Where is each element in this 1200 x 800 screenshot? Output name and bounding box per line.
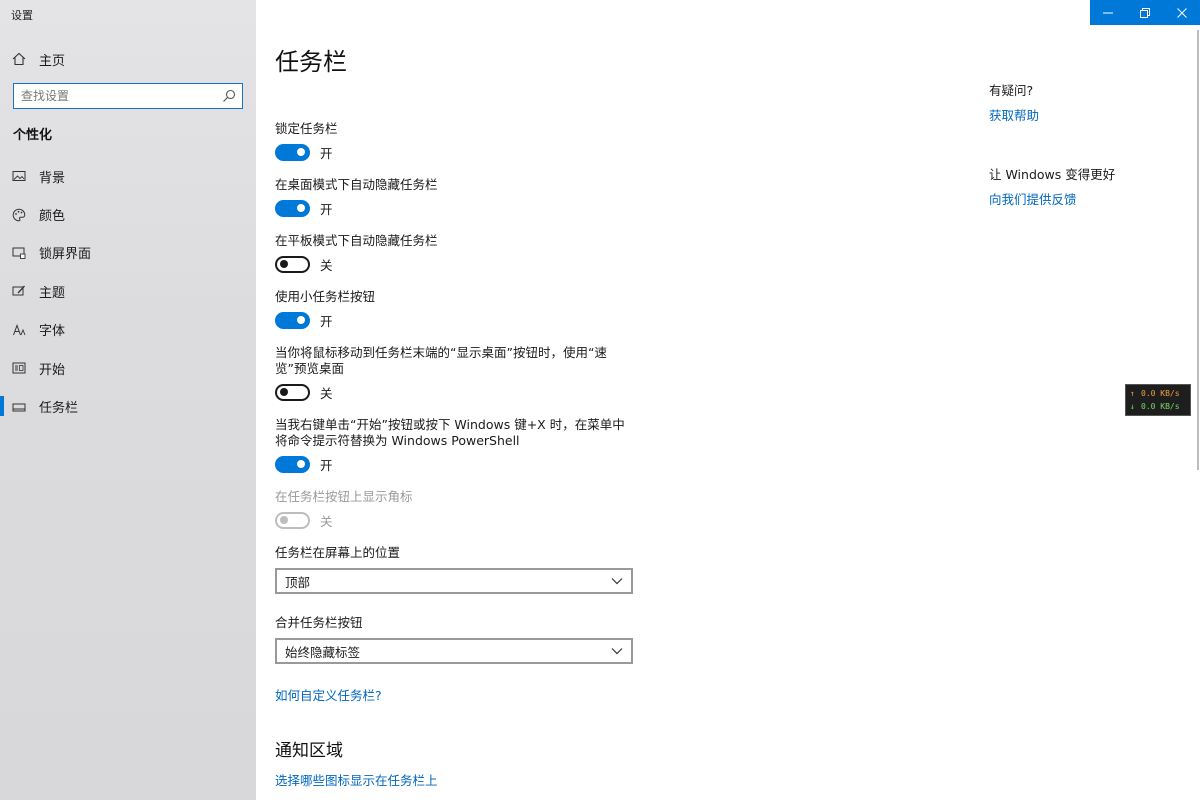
upload-arrow-icon: ↑ bbox=[1130, 389, 1135, 398]
sidebar-item-label: 锁屏界面 bbox=[39, 247, 92, 263]
restore-button[interactable] bbox=[1127, 0, 1164, 25]
sidebar-item-start[interactable]: 开始 bbox=[0, 349, 256, 387]
setting-lock-taskbar: 锁定任务栏 开 bbox=[275, 121, 655, 161]
setting-small-buttons: 使用小任务栏按钮 开 bbox=[275, 289, 655, 329]
setting-position: 任务栏在屏幕上的位置 顶部 bbox=[275, 545, 655, 594]
sidebar-item-colors[interactable]: 颜色 bbox=[0, 195, 256, 233]
feedback-link[interactable]: 向我们提供反馈 bbox=[989, 189, 1189, 208]
combine-dropdown[interactable]: 始终隐藏标签 bbox=[275, 638, 633, 664]
nav-home[interactable]: 主页 bbox=[0, 46, 256, 72]
toggle-autohide-tablet[interactable] bbox=[275, 255, 310, 273]
download-arrow-icon: ↓ bbox=[1130, 402, 1135, 411]
sidebar: 设置 主页 个性化 背景 颜色 锁 bbox=[0, 0, 256, 800]
setting-label: 在桌面模式下自动隐藏任务栏 bbox=[275, 177, 438, 192]
sidebar-item-taskbar[interactable]: 任务栏 bbox=[0, 387, 256, 425]
setting-badges: 在任务栏按钮上显示角标 关 bbox=[275, 489, 655, 529]
close-icon bbox=[1176, 7, 1187, 18]
get-help-link[interactable]: 获取帮助 bbox=[989, 105, 1189, 124]
notification-icons-link[interactable]: 选择哪些图标显示在任务栏上 bbox=[275, 770, 438, 789]
minimize-icon bbox=[1103, 12, 1114, 13]
start-menu-icon bbox=[12, 361, 26, 375]
search-icon[interactable] bbox=[222, 89, 236, 103]
sidebar-item-label: 主题 bbox=[39, 285, 66, 301]
taskbar-icon bbox=[12, 400, 26, 414]
toggle-powershell[interactable] bbox=[275, 455, 310, 473]
nav-home-label: 主页 bbox=[39, 53, 66, 69]
main-content: 任务栏 锁定任务栏 开 在桌面模式下自动隐藏任务栏 开 在平板模式下自动隐藏任务… bbox=[256, 0, 1200, 800]
toggle-state: 关 bbox=[320, 257, 333, 273]
setting-label: 任务栏在屏幕上的位置 bbox=[275, 545, 401, 560]
toggle-knob bbox=[297, 204, 305, 212]
search-input[interactable] bbox=[14, 85, 214, 107]
toggle-knob bbox=[280, 516, 288, 524]
picture-icon bbox=[12, 169, 26, 183]
dropdown-value: 始终隐藏标签 bbox=[285, 644, 361, 660]
toggle-small-buttons[interactable] bbox=[275, 311, 310, 329]
toggle-lock-taskbar[interactable] bbox=[275, 143, 310, 161]
font-icon bbox=[12, 323, 26, 337]
sidebar-item-background[interactable]: 背景 bbox=[0, 157, 256, 195]
toggle-peek[interactable] bbox=[275, 383, 310, 401]
sidebar-item-fonts[interactable]: 字体 bbox=[0, 311, 256, 349]
sidebar-item-label: 背景 bbox=[39, 170, 66, 186]
scrollbar[interactable] bbox=[1197, 30, 1199, 470]
setting-peek: 当你将鼠标移动到任务栏末端的“显示桌面”按钮时，使用“速览”预览桌面 关 bbox=[275, 345, 635, 401]
setting-powershell: 当我右键单击“开始”按钮或按下 Windows 键+X 时，在菜单中将命令提示符… bbox=[275, 417, 635, 473]
customize-taskbar-link[interactable]: 如何自定义任务栏? bbox=[275, 685, 382, 704]
setting-autohide-tablet: 在平板模式下自动隐藏任务栏 关 bbox=[275, 233, 655, 273]
sidebar-item-themes[interactable]: 主题 bbox=[0, 272, 256, 310]
sidebar-item-lock-screen[interactable]: 锁屏界面 bbox=[0, 234, 256, 272]
chevron-down-icon bbox=[611, 578, 623, 585]
improve-heading: 让 Windows 变得更好 bbox=[989, 167, 1116, 182]
restore-icon bbox=[1140, 7, 1150, 18]
window-title: 设置 bbox=[11, 9, 33, 22]
toggle-badges bbox=[275, 511, 310, 529]
toggle-autohide-desktop[interactable] bbox=[275, 199, 310, 217]
toggle-knob bbox=[297, 148, 305, 156]
setting-label: 当你将鼠标移动到任务栏末端的“显示桌面”按钮时，使用“速览”预览桌面 bbox=[275, 345, 607, 376]
dropdown-value: 顶部 bbox=[285, 574, 311, 590]
sidebar-item-label: 任务栏 bbox=[39, 401, 79, 417]
home-icon bbox=[12, 52, 26, 66]
setting-combine: 合并任务栏按钮 始终隐藏标签 bbox=[275, 615, 655, 664]
lock-screen-icon bbox=[12, 246, 26, 260]
notification-area-heading: 通知区域 bbox=[275, 741, 343, 761]
upload-speed: 0.0 KB/s bbox=[1141, 389, 1180, 398]
question-heading: 有疑问? bbox=[989, 83, 1034, 98]
toggle-knob bbox=[280, 260, 288, 268]
sidebar-item-label: 开始 bbox=[39, 362, 66, 378]
sidebar-item-label: 字体 bbox=[39, 324, 66, 340]
chevron-down-icon bbox=[611, 648, 623, 655]
toggle-state: 关 bbox=[320, 385, 333, 401]
palette-icon bbox=[12, 208, 26, 222]
setting-label: 使用小任务栏按钮 bbox=[275, 289, 376, 304]
setting-autohide-desktop: 在桌面模式下自动隐藏任务栏 开 bbox=[275, 177, 655, 217]
nav-list: 背景 颜色 锁屏界面 主题 字体 开始 任务栏 bbox=[0, 157, 256, 426]
section-heading: 个性化 bbox=[13, 128, 53, 143]
toggle-knob bbox=[280, 388, 288, 396]
page-title: 任务栏 bbox=[275, 48, 347, 76]
setting-label: 在任务栏按钮上显示角标 bbox=[275, 489, 413, 504]
window-controls bbox=[1090, 0, 1200, 25]
toggle-state: 开 bbox=[320, 145, 333, 161]
position-dropdown[interactable]: 顶部 bbox=[275, 568, 633, 594]
toggle-state: 开 bbox=[320, 457, 333, 473]
minimize-button[interactable] bbox=[1090, 0, 1127, 25]
toggle-state: 开 bbox=[320, 313, 333, 329]
setting-label: 合并任务栏按钮 bbox=[275, 615, 363, 630]
toggle-knob bbox=[297, 316, 305, 324]
theme-brush-icon bbox=[12, 284, 26, 298]
help-aside: 有疑问? 获取帮助 让 Windows 变得更好 向我们提供反馈 bbox=[989, 80, 1189, 208]
setting-label: 在平板模式下自动隐藏任务栏 bbox=[275, 233, 438, 248]
download-speed: 0.0 KB/s bbox=[1141, 402, 1180, 411]
toggle-state: 开 bbox=[320, 201, 333, 217]
sidebar-item-label: 颜色 bbox=[39, 209, 66, 225]
network-monitor-widget[interactable]: ↑ 0.0 KB/s ↓ 0.0 KB/s bbox=[1125, 384, 1191, 416]
toggle-state: 关 bbox=[320, 513, 333, 529]
search-box[interactable] bbox=[13, 83, 243, 109]
toggle-knob bbox=[297, 460, 305, 468]
setting-label: 当我右键单击“开始”按钮或按下 Windows 键+X 时，在菜单中将命令提示符… bbox=[275, 417, 625, 448]
close-button[interactable] bbox=[1163, 0, 1200, 25]
setting-label: 锁定任务栏 bbox=[275, 121, 338, 136]
